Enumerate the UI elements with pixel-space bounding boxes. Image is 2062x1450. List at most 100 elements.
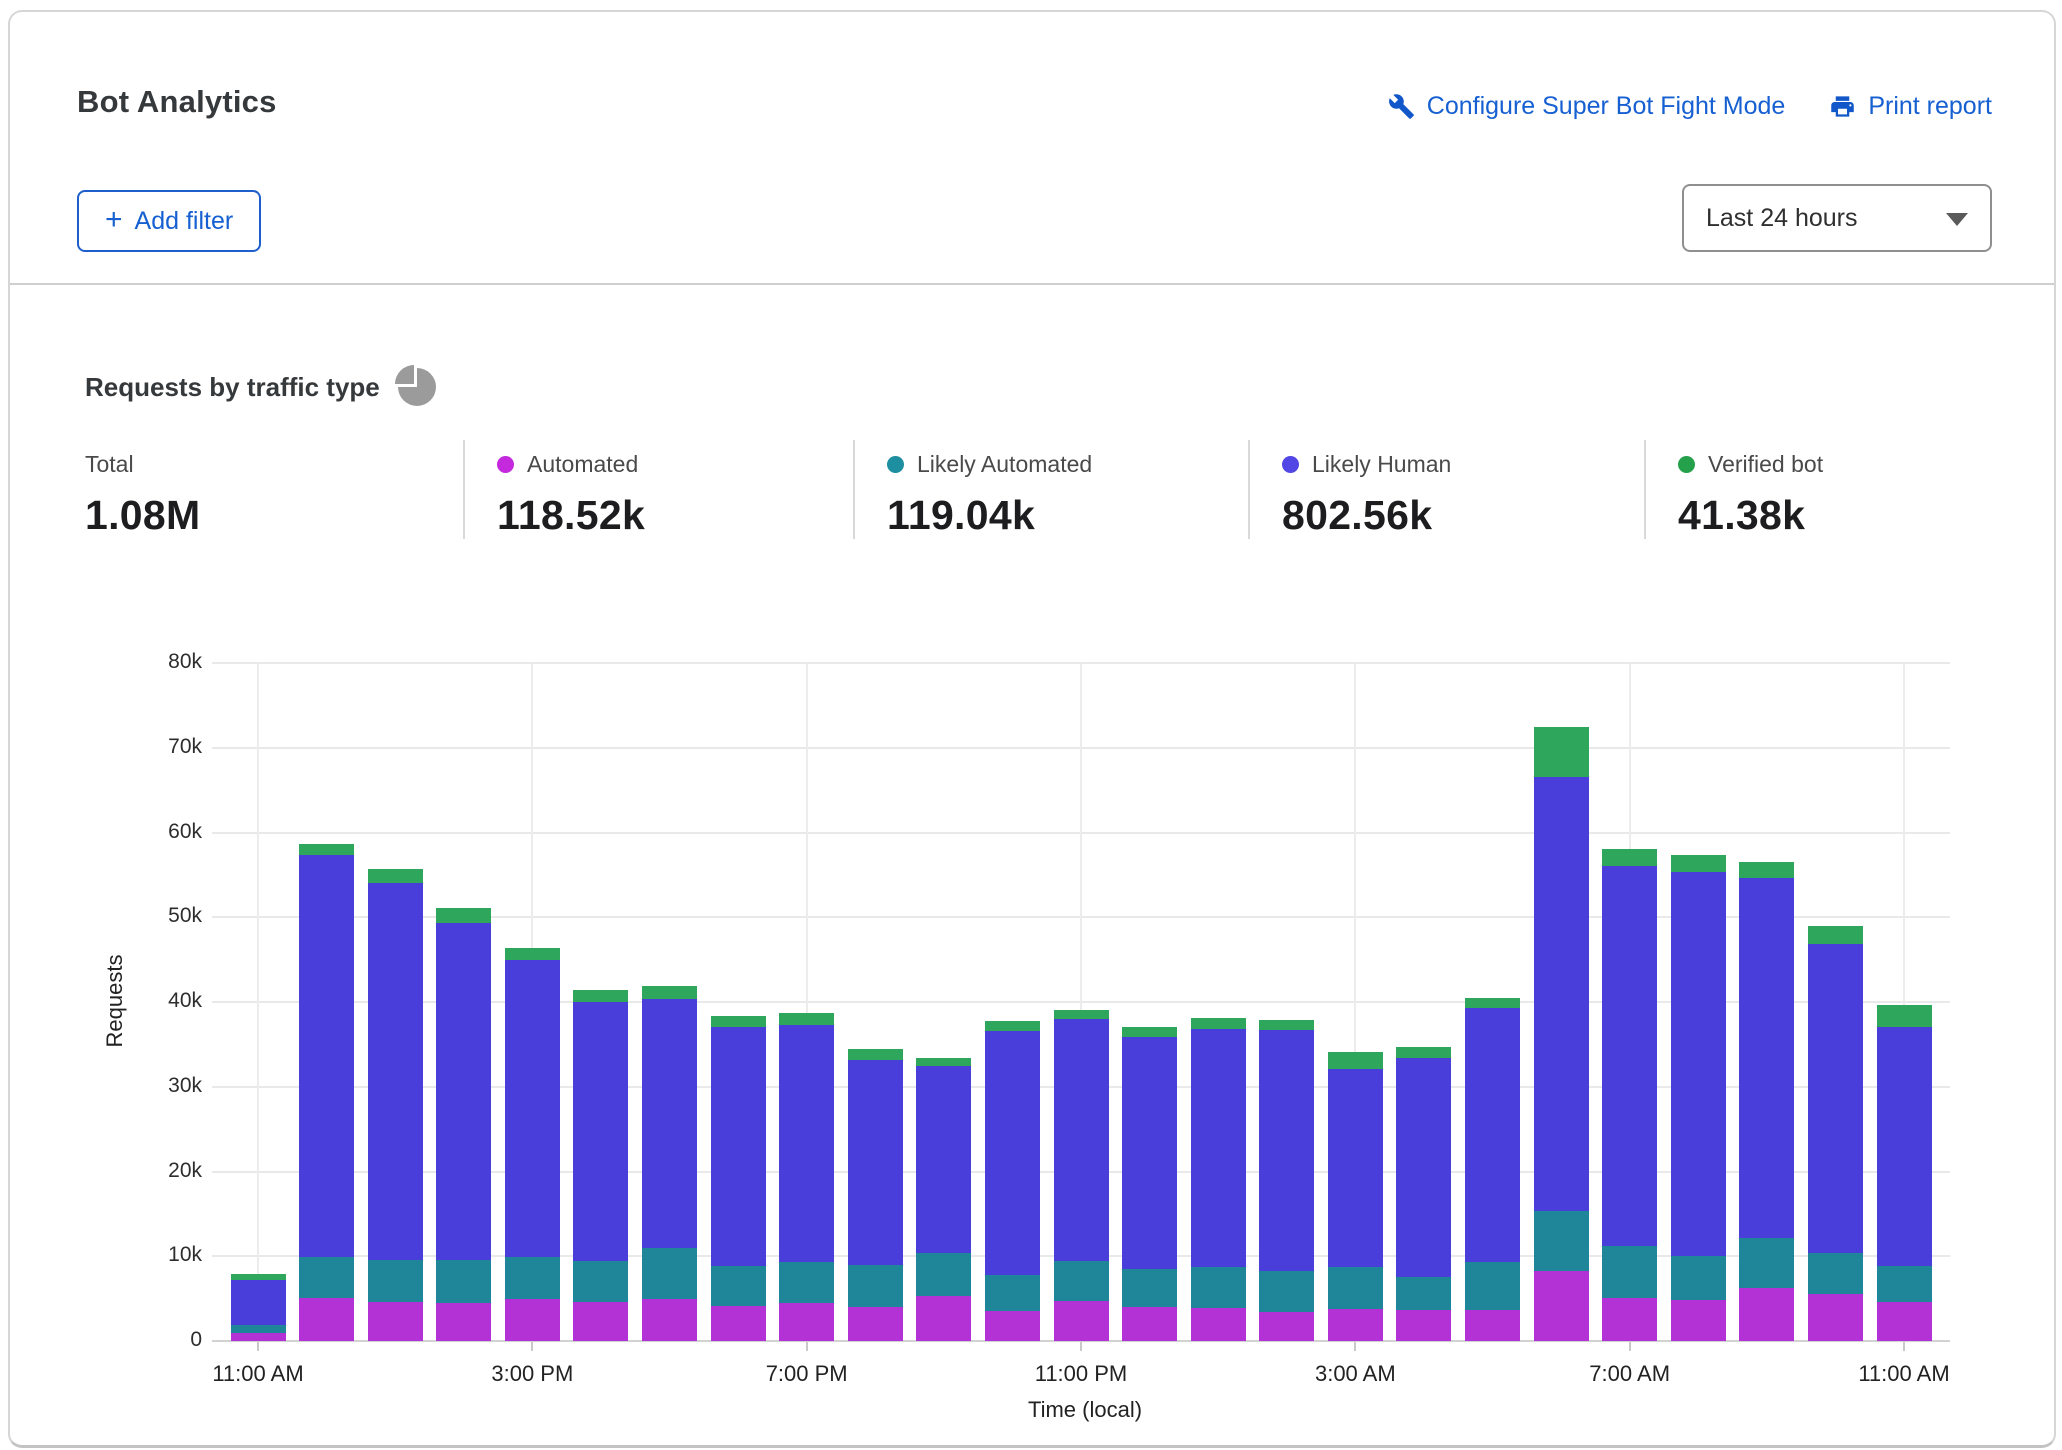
bar-segment-verified-bot[interactable] xyxy=(916,1058,971,1066)
bar-segment-automated[interactable] xyxy=(573,1302,628,1341)
bar-segment-likely-human[interactable] xyxy=(1877,1027,1932,1266)
bar-segment-verified-bot[interactable] xyxy=(1534,727,1589,777)
bar-segment-automated[interactable] xyxy=(1054,1301,1109,1341)
bar-segment-likely-automated[interactable] xyxy=(1739,1238,1794,1288)
bar-segment-verified-bot[interactable] xyxy=(1122,1027,1177,1037)
bar-segment-automated[interactable] xyxy=(1877,1302,1932,1341)
bar-segment-verified-bot[interactable] xyxy=(985,1021,1040,1031)
bar-segment-automated[interactable] xyxy=(1259,1312,1314,1341)
bar-segment-automated[interactable] xyxy=(1396,1310,1451,1341)
bar-segment-verified-bot[interactable] xyxy=(848,1049,903,1059)
bar-segment-likely-human[interactable] xyxy=(779,1025,834,1262)
requests-by-traffic-type-chart[interactable]: 010k20k30k40k50k60k70k80k11:00 AM3:00 PM… xyxy=(10,12,2062,1450)
bar-segment-automated[interactable] xyxy=(1739,1288,1794,1341)
bar-segment-likely-automated[interactable] xyxy=(711,1266,766,1307)
bar-segment-likely-human[interactable] xyxy=(848,1060,903,1265)
bar-segment-automated[interactable] xyxy=(985,1311,1040,1341)
bar-segment-verified-bot[interactable] xyxy=(231,1274,286,1280)
bar-segment-likely-automated[interactable] xyxy=(916,1253,971,1296)
bar-segment-verified-bot[interactable] xyxy=(1808,926,1863,944)
bar-segment-verified-bot[interactable] xyxy=(505,948,560,960)
bar-segment-verified-bot[interactable] xyxy=(299,844,354,856)
bar-segment-likely-human[interactable] xyxy=(1671,872,1726,1256)
bar-segment-likely-human[interactable] xyxy=(505,960,560,1257)
bar-segment-automated[interactable] xyxy=(642,1299,697,1341)
bar-segment-likely-automated[interactable] xyxy=(1808,1253,1863,1295)
bar-segment-likely-automated[interactable] xyxy=(1465,1262,1520,1309)
bar-segment-automated[interactable] xyxy=(1602,1298,1657,1341)
bar-segment-likely-automated[interactable] xyxy=(1122,1269,1177,1307)
bar-segment-likely-automated[interactable] xyxy=(1602,1246,1657,1298)
bar-segment-automated[interactable] xyxy=(231,1333,286,1341)
bar-segment-likely-human[interactable] xyxy=(1054,1019,1109,1261)
bar-segment-verified-bot[interactable] xyxy=(1465,998,1520,1008)
bar-segment-likely-human[interactable] xyxy=(1259,1030,1314,1271)
bar-segment-likely-human[interactable] xyxy=(1465,1008,1520,1262)
bar-segment-verified-bot[interactable] xyxy=(711,1016,766,1028)
bar-segment-verified-bot[interactable] xyxy=(573,990,628,1002)
bar-segment-likely-human[interactable] xyxy=(1602,866,1657,1246)
bar-segment-automated[interactable] xyxy=(916,1296,971,1341)
bar-segment-likely-human[interactable] xyxy=(1191,1029,1246,1267)
bar-segment-likely-automated[interactable] xyxy=(436,1260,491,1303)
bar-segment-likely-automated[interactable] xyxy=(368,1260,423,1302)
bar-segment-verified-bot[interactable] xyxy=(1328,1052,1383,1069)
bar-segment-likely-human[interactable] xyxy=(231,1280,286,1325)
bar-segment-verified-bot[interactable] xyxy=(779,1013,834,1025)
bar-segment-likely-automated[interactable] xyxy=(231,1325,286,1333)
bar-segment-likely-human[interactable] xyxy=(1328,1069,1383,1267)
bar-segment-verified-bot[interactable] xyxy=(436,908,491,923)
bar-segment-likely-human[interactable] xyxy=(1396,1058,1451,1277)
bar-segment-likely-human[interactable] xyxy=(916,1066,971,1253)
bar-segment-automated[interactable] xyxy=(848,1307,903,1341)
bar-segment-verified-bot[interactable] xyxy=(1877,1005,1932,1027)
bar-segment-likely-human[interactable] xyxy=(985,1031,1040,1275)
bar-segment-automated[interactable] xyxy=(1328,1309,1383,1341)
bar-segment-likely-automated[interactable] xyxy=(1396,1277,1451,1311)
bar-segment-verified-bot[interactable] xyxy=(1671,855,1726,873)
bar-segment-automated[interactable] xyxy=(299,1298,354,1341)
bar-segment-automated[interactable] xyxy=(711,1306,766,1341)
bar-segment-verified-bot[interactable] xyxy=(368,869,423,883)
bar-segment-likely-automated[interactable] xyxy=(848,1265,903,1307)
bar-segment-likely-human[interactable] xyxy=(1808,944,1863,1253)
bar-segment-likely-automated[interactable] xyxy=(1191,1267,1246,1308)
bar-segment-automated[interactable] xyxy=(779,1303,834,1341)
bar-segment-likely-automated[interactable] xyxy=(642,1248,697,1300)
bar-segment-automated[interactable] xyxy=(1808,1294,1863,1341)
bar-segment-verified-bot[interactable] xyxy=(1396,1047,1451,1058)
bar-segment-likely-human[interactable] xyxy=(1534,777,1589,1211)
bar-segment-automated[interactable] xyxy=(368,1302,423,1341)
bar-segment-likely-automated[interactable] xyxy=(573,1261,628,1302)
bar-segment-automated[interactable] xyxy=(1465,1310,1520,1341)
bar-segment-automated[interactable] xyxy=(1671,1300,1726,1341)
bar-segment-likely-automated[interactable] xyxy=(1671,1256,1726,1300)
bar-segment-verified-bot[interactable] xyxy=(1739,862,1794,878)
bar-segment-automated[interactable] xyxy=(1122,1307,1177,1341)
bar-segment-verified-bot[interactable] xyxy=(1259,1020,1314,1030)
bar-segment-automated[interactable] xyxy=(1191,1308,1246,1341)
bar-segment-verified-bot[interactable] xyxy=(1054,1010,1109,1019)
bar-segment-likely-human[interactable] xyxy=(711,1027,766,1265)
bar-segment-verified-bot[interactable] xyxy=(1602,849,1657,866)
bar-segment-verified-bot[interactable] xyxy=(1191,1018,1246,1029)
bar-segment-likely-automated[interactable] xyxy=(1877,1266,1932,1302)
bar-segment-likely-automated[interactable] xyxy=(505,1257,560,1299)
bar-segment-likely-automated[interactable] xyxy=(1534,1211,1589,1270)
bar-segment-verified-bot[interactable] xyxy=(642,986,697,1000)
bar-segment-likely-human[interactable] xyxy=(299,855,354,1257)
bar-segment-automated[interactable] xyxy=(505,1299,560,1341)
bar-segment-likely-automated[interactable] xyxy=(985,1275,1040,1311)
bar-segment-likely-human[interactable] xyxy=(1122,1037,1177,1269)
bar-segment-likely-automated[interactable] xyxy=(299,1257,354,1298)
bar-segment-likely-human[interactable] xyxy=(573,1002,628,1261)
bar-segment-likely-automated[interactable] xyxy=(1328,1267,1383,1309)
bar-segment-likely-human[interactable] xyxy=(436,923,491,1259)
bar-segment-likely-automated[interactable] xyxy=(1054,1261,1109,1301)
bar-segment-likely-automated[interactable] xyxy=(1259,1271,1314,1313)
bar-segment-likely-human[interactable] xyxy=(368,883,423,1260)
bar-segment-likely-human[interactable] xyxy=(642,999,697,1247)
bar-segment-likely-automated[interactable] xyxy=(779,1262,834,1303)
bar-segment-likely-human[interactable] xyxy=(1739,878,1794,1237)
bar-segment-automated[interactable] xyxy=(436,1303,491,1341)
